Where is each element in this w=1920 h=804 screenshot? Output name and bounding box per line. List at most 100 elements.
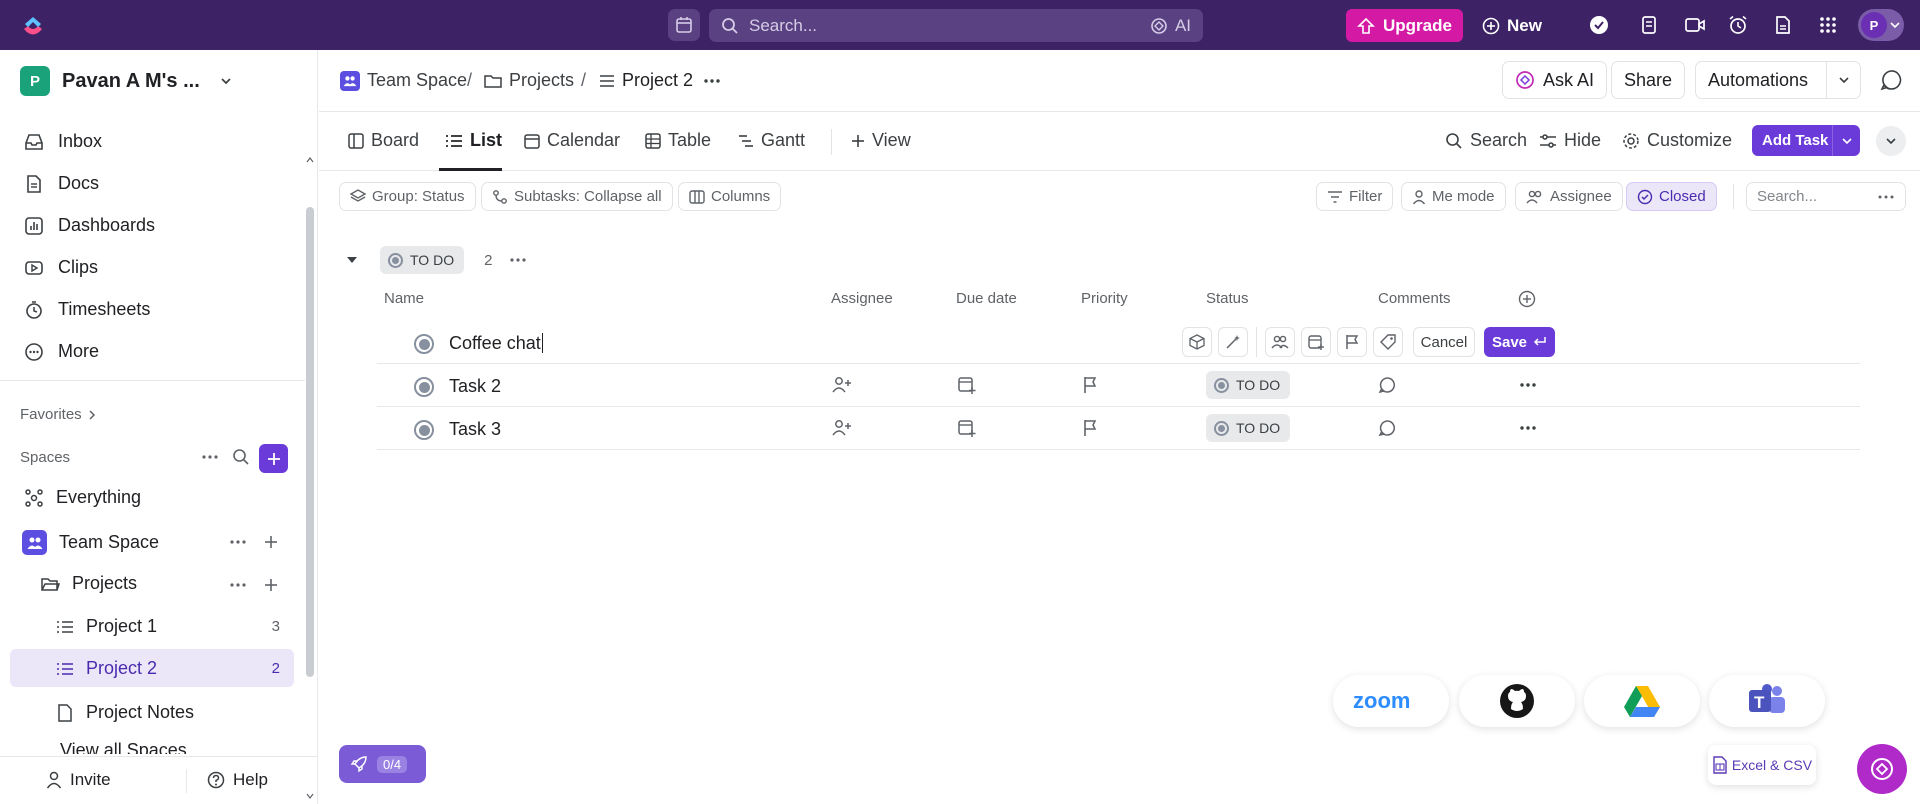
calendar-add-icon[interactable] bbox=[958, 376, 976, 394]
user-avatar-menu[interactable]: P bbox=[1858, 9, 1904, 41]
sidebar-item-dashboards[interactable]: Dashboards bbox=[24, 215, 155, 236]
video-icon[interactable] bbox=[1683, 13, 1707, 37]
tab-board[interactable]: Board bbox=[348, 130, 419, 151]
closed-chip[interactable]: Closed bbox=[1626, 182, 1717, 211]
invite-button[interactable]: Invite bbox=[46, 770, 111, 790]
breadcrumb-project-2[interactable]: Project 2 bbox=[599, 70, 693, 91]
ai-write-button[interactable] bbox=[1218, 327, 1248, 357]
task-status-icon[interactable] bbox=[414, 420, 434, 440]
status-badge[interactable]: TO DO bbox=[1206, 414, 1291, 442]
add-assignee-icon[interactable] bbox=[832, 419, 852, 437]
sidebar-item-project-notes[interactable]: Project Notes bbox=[56, 702, 194, 723]
alarm-clock-icon[interactable] bbox=[1726, 13, 1750, 37]
check-circle-icon[interactable] bbox=[1587, 13, 1611, 37]
share-button[interactable]: Share bbox=[1611, 61, 1686, 99]
calendar-button[interactable] bbox=[668, 9, 700, 41]
tab-list[interactable]: List bbox=[445, 130, 502, 151]
status-badge[interactable]: TO DO bbox=[1206, 371, 1291, 399]
comment-icon[interactable] bbox=[1378, 419, 1396, 437]
apps-grid-icon[interactable] bbox=[1816, 13, 1840, 37]
hide-button[interactable]: Hide bbox=[1539, 130, 1601, 151]
flag-icon[interactable] bbox=[1083, 419, 1097, 437]
table-row[interactable]: Task 3 TO DO bbox=[377, 407, 1860, 450]
spaces-search-icon[interactable] bbox=[232, 448, 250, 466]
assignee-chip[interactable]: Assignee bbox=[1515, 182, 1623, 211]
row-more-icon[interactable] bbox=[1518, 424, 1538, 432]
add-task-button[interactable]: Add Task bbox=[1752, 125, 1860, 156]
sidebar-item-team-space[interactable]: Team Space bbox=[22, 530, 159, 555]
sidebar-item-more[interactable]: More bbox=[24, 341, 99, 362]
tab-calendar[interactable]: Calendar bbox=[524, 130, 620, 151]
new-task-name-input[interactable]: Coffee chat bbox=[449, 333, 543, 354]
column-header-name[interactable]: Name bbox=[384, 290, 424, 307]
ai-assistant-button[interactable] bbox=[1857, 744, 1907, 794]
workspace-switcher[interactable]: P Pavan A M's ... bbox=[20, 66, 232, 96]
caret-down-icon[interactable] bbox=[346, 255, 358, 265]
row-more-icon[interactable] bbox=[1518, 381, 1538, 389]
sidebar-item-docs[interactable]: Docs bbox=[24, 173, 99, 194]
global-search-input[interactable]: Search... AI bbox=[709, 9, 1203, 42]
table-row[interactable]: Task 2 TO DO bbox=[377, 364, 1860, 407]
sidebar-item-project-2[interactable]: Project 2 2 bbox=[56, 658, 294, 679]
filter-chip[interactable]: Filter bbox=[1316, 182, 1394, 211]
document-icon[interactable] bbox=[1771, 13, 1795, 37]
sidebar-item-everything[interactable]: Everything bbox=[24, 487, 141, 508]
collapse-toolbar-button[interactable] bbox=[1876, 126, 1906, 156]
projects-more-icon[interactable] bbox=[228, 577, 248, 593]
column-header-status[interactable]: Status bbox=[1206, 290, 1249, 307]
me-mode-chip[interactable]: Me mode bbox=[1401, 182, 1506, 211]
automations-dropdown[interactable] bbox=[1826, 62, 1860, 98]
sidebar-item-projects-folder[interactable]: Projects bbox=[40, 573, 137, 594]
cancel-button[interactable]: Cancel bbox=[1413, 327, 1475, 357]
help-button[interactable]: Help bbox=[207, 770, 268, 790]
column-header-comments[interactable]: Comments bbox=[1378, 290, 1451, 307]
google-drive-integration[interactable] bbox=[1584, 675, 1700, 727]
github-integration[interactable] bbox=[1459, 675, 1575, 727]
priority-button[interactable] bbox=[1337, 327, 1367, 357]
columns-chip[interactable]: Columns bbox=[678, 182, 782, 211]
breadcrumb-projects[interactable]: Projects bbox=[484, 70, 574, 91]
new-button[interactable]: New bbox=[1482, 9, 1542, 42]
customize-button[interactable]: Customize bbox=[1622, 130, 1732, 151]
breadcrumb-team-space[interactable]: Team Space bbox=[340, 70, 467, 91]
column-header-assignee[interactable]: Assignee bbox=[831, 290, 893, 307]
breadcrumb-more-icon[interactable] bbox=[702, 74, 722, 88]
comment-icon[interactable] bbox=[1378, 376, 1396, 394]
more-icon[interactable] bbox=[1877, 194, 1895, 200]
add-view-button[interactable]: View bbox=[851, 130, 911, 151]
upgrade-button[interactable]: Upgrade bbox=[1346, 9, 1463, 42]
calendar-add-icon[interactable] bbox=[958, 419, 976, 437]
spaces-more-icon[interactable] bbox=[200, 449, 220, 465]
save-button[interactable]: Save bbox=[1484, 327, 1555, 357]
automations-button[interactable]: Automations bbox=[1695, 61, 1861, 99]
add-task-dropdown[interactable] bbox=[1832, 125, 1860, 156]
scroll-up-icon[interactable] bbox=[306, 157, 314, 163]
group-by-chip[interactable]: Group: Status bbox=[339, 182, 476, 211]
add-space-button[interactable] bbox=[259, 444, 288, 473]
task-name[interactable]: Task 2 bbox=[449, 376, 501, 397]
tab-table[interactable]: Table bbox=[645, 130, 711, 151]
notepad-icon[interactable] bbox=[1637, 13, 1661, 37]
sidebar-item-timesheets[interactable]: Timesheets bbox=[24, 299, 150, 320]
task-status-icon[interactable] bbox=[414, 334, 434, 354]
teams-integration[interactable]: T bbox=[1709, 675, 1825, 727]
onboarding-progress-button[interactable]: 0/4 bbox=[339, 745, 426, 783]
view-all-spaces-link[interactable]: View all Spaces bbox=[60, 740, 187, 754]
favorites-section[interactable]: Favorites bbox=[20, 406, 96, 423]
excel-csv-import-button[interactable]: Excel & CSV bbox=[1708, 745, 1816, 785]
column-header-priority[interactable]: Priority bbox=[1081, 290, 1128, 307]
sidebar-item-inbox[interactable]: Inbox bbox=[24, 131, 102, 152]
ai-search-toggle[interactable]: AI bbox=[1150, 16, 1191, 36]
sidebar-item-clips[interactable]: Clips bbox=[24, 257, 98, 278]
view-search-button[interactable]: Search bbox=[1445, 130, 1527, 151]
add-column-icon[interactable] bbox=[1518, 290, 1536, 308]
scrollbar-thumb[interactable] bbox=[306, 207, 314, 677]
subtasks-chip[interactable]: Subtasks: Collapse all bbox=[481, 182, 673, 211]
projects-add-icon[interactable] bbox=[263, 577, 279, 593]
task-type-button[interactable] bbox=[1182, 327, 1212, 357]
ask-ai-button[interactable]: Ask AI bbox=[1502, 61, 1608, 99]
tab-gantt[interactable]: Gantt bbox=[738, 130, 805, 151]
sidebar-scrollbar[interactable] bbox=[305, 157, 315, 799]
status-badge[interactable]: TO DO bbox=[380, 246, 465, 274]
chat-icon[interactable] bbox=[1880, 69, 1902, 91]
